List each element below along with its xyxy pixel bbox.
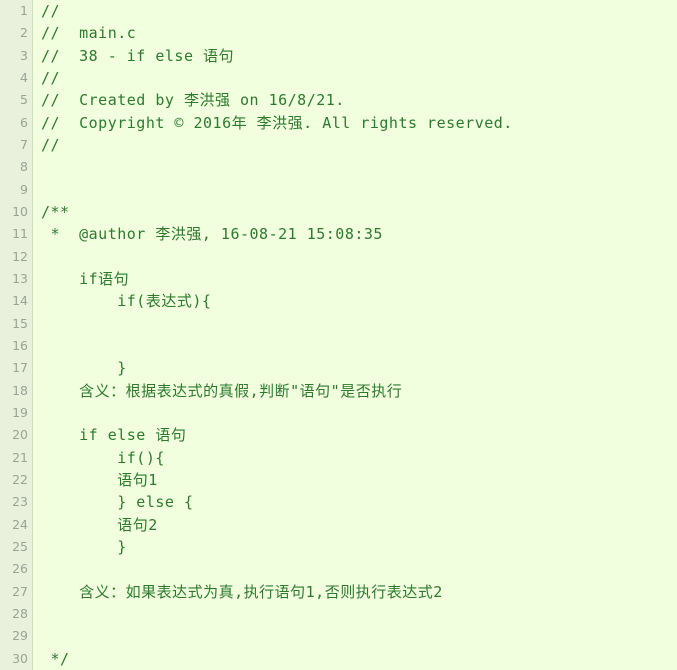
line-number: 13 xyxy=(12,270,28,286)
code-line[interactable]: // Copyright © 2016年 李洪强. All rights res… xyxy=(41,112,677,134)
code-line[interactable] xyxy=(41,156,677,178)
code-line[interactable]: * @author 李洪强, 16-08-21 15:08:35 xyxy=(41,223,677,245)
code-line[interactable]: } xyxy=(41,536,677,558)
code-line[interactable]: } xyxy=(41,357,677,379)
line-number: 2 xyxy=(20,25,28,41)
code-line[interactable]: if else 语句 xyxy=(41,424,677,446)
line-number: 17 xyxy=(12,360,28,376)
line-number: 20 xyxy=(12,427,28,443)
code-line[interactable]: */ xyxy=(41,648,677,670)
line-number: 1 xyxy=(20,3,28,18)
code-line[interactable] xyxy=(41,335,677,357)
code-line[interactable] xyxy=(41,179,677,201)
code-editor[interactable]: 1 2 3 4 5 6 7 8 9 10 11 12 13 14 15 16 17 18 19 20 21 22 23 24 2… xyxy=(0,0,677,670)
line-number: 28 xyxy=(12,605,28,621)
code-line[interactable]: // Created by 李洪强 on 16/8/21. xyxy=(41,89,677,111)
line-number: 14 xyxy=(12,293,28,309)
line-number: 4 xyxy=(20,69,28,85)
line-number: 16 xyxy=(12,337,28,353)
line-number: 3 xyxy=(20,47,28,63)
line-number: 25 xyxy=(12,538,28,554)
line-number: 5 xyxy=(20,92,28,108)
code-line[interactable]: // xyxy=(41,134,677,156)
code-line[interactable] xyxy=(41,558,677,580)
code-line[interactable]: /** xyxy=(41,201,677,223)
line-number: 30 xyxy=(12,650,28,666)
code-line[interactable]: if(表达式){ xyxy=(41,290,677,312)
code-line[interactable]: 含义：根据表达式的真假,判断"语句"是否执行 xyxy=(41,380,677,402)
code-line[interactable]: 含义：如果表达式为真,执行语句1,否则执行表达式2 xyxy=(41,581,677,603)
line-number: 18 xyxy=(12,382,28,398)
code-line[interactable] xyxy=(41,402,677,424)
line-number: 29 xyxy=(12,628,28,644)
line-number: 19 xyxy=(12,404,28,420)
line-number: 23 xyxy=(12,494,28,510)
line-number: 24 xyxy=(12,516,28,532)
line-number: 6 xyxy=(20,114,28,130)
code-line[interactable]: if(){ xyxy=(41,447,677,469)
line-number: 27 xyxy=(12,583,28,599)
line-number: 21 xyxy=(12,449,28,465)
line-number: 7 xyxy=(20,136,28,152)
line-number: 11 xyxy=(12,226,28,242)
code-content-area[interactable]: //// main.c// 38 - if else 语句//// Create… xyxy=(33,0,677,670)
line-number: 26 xyxy=(12,561,28,577)
code-line[interactable]: } else { xyxy=(41,491,677,513)
code-line[interactable] xyxy=(41,246,677,268)
code-line[interactable]: if语句 xyxy=(41,268,677,290)
line-number: 9 xyxy=(20,181,28,197)
code-line[interactable] xyxy=(41,625,677,647)
line-number: 8 xyxy=(20,159,28,175)
code-line[interactable]: 语句2 xyxy=(41,514,677,536)
line-number-gutter: 1 2 3 4 5 6 7 8 9 10 11 12 13 14 15 16 17 18 19 20 21 22 23 24 2… xyxy=(0,0,33,670)
line-number: 12 xyxy=(12,248,28,264)
line-number: 10 xyxy=(12,203,28,219)
code-line[interactable]: // 38 - if else 语句 xyxy=(41,45,677,67)
line-number: 22 xyxy=(12,471,28,487)
code-line[interactable]: // xyxy=(41,67,677,89)
code-line[interactable] xyxy=(41,603,677,625)
code-line[interactable]: // xyxy=(41,0,677,22)
code-line[interactable] xyxy=(41,313,677,335)
code-line[interactable]: // main.c xyxy=(41,22,677,44)
line-number: 15 xyxy=(12,315,28,331)
code-line[interactable]: 语句1 xyxy=(41,469,677,491)
